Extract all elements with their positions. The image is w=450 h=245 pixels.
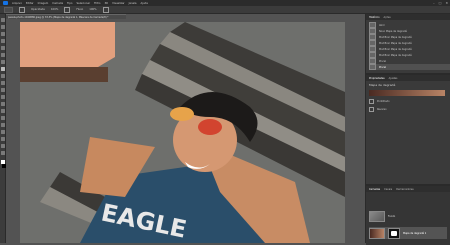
flow-value[interactable]: 100%	[89, 8, 96, 11]
path-select-tool-icon[interactable]	[0, 130, 5, 134]
maximize-icon[interactable]: □	[439, 1, 442, 5]
type-tool-icon[interactable]	[0, 123, 5, 127]
shape-tool-icon[interactable]	[0, 137, 5, 141]
tab-history[interactable]: Histórico	[369, 16, 380, 19]
layer-row-gradient-map[interactable]: Mapa de degradê 1	[369, 227, 447, 239]
menu-layer[interactable]: Camada	[52, 2, 63, 5]
photoshop-logo	[3, 1, 8, 5]
minimize-icon[interactable]: –	[433, 1, 435, 5]
close-icon[interactable]: ✕	[445, 1, 448, 5]
history-brush-tool-icon[interactable]	[0, 81, 5, 85]
options-bar: Opacidade 100% Fluxo 100%	[0, 6, 450, 14]
flow-label: Fluxo	[76, 8, 84, 11]
history-state-icon	[369, 64, 376, 70]
healing-tool-icon[interactable]	[0, 60, 5, 64]
layer-thumbnail	[369, 210, 385, 222]
adjustment-layer-icon	[369, 227, 385, 239]
airbrush-icon[interactable]	[102, 6, 109, 13]
tab-channels[interactable]: Canais	[384, 188, 392, 191]
dither-option[interactable]: Pontilhado	[369, 99, 448, 104]
menu-window[interactable]: Janela	[129, 2, 137, 5]
blur-tool-icon[interactable]	[0, 102, 5, 106]
photo-artwork: EAGLE	[20, 22, 345, 243]
dodge-tool-icon[interactable]	[0, 109, 5, 113]
menu-help[interactable]: Ajuda	[141, 2, 148, 5]
brush-tool-icon[interactable]	[0, 67, 5, 71]
eyedropper-tool-icon[interactable]	[0, 53, 5, 57]
hand-tool-icon[interactable]	[0, 144, 5, 148]
tab-properties[interactable]: Propriedades	[369, 77, 385, 80]
tab-layers[interactable]: Camadas	[369, 188, 380, 191]
pressure-opacity-icon[interactable]	[64, 6, 71, 13]
reverse-option[interactable]: Reverso	[369, 107, 448, 112]
quick-select-tool-icon[interactable]	[0, 39, 5, 43]
menu-edit[interactable]: Editar	[26, 2, 34, 5]
eraser-tool-icon[interactable]	[0, 88, 5, 92]
opacity-value[interactable]: 100%	[51, 8, 58, 11]
menu-file[interactable]: Arquivo	[12, 2, 22, 5]
tools-panel	[0, 14, 6, 243]
properties-panel: Mapa de degradê Pontilhado Reverso	[366, 81, 450, 114]
gradient-preview[interactable]	[369, 90, 445, 96]
menu-view[interactable]: Visualizar	[112, 2, 124, 5]
reverse-checkbox[interactable]	[369, 107, 374, 112]
opacity-label: Opacidade	[31, 8, 45, 11]
canvas-photo[interactable]: EAGLE	[20, 22, 345, 243]
lasso-tool-icon[interactable]	[0, 32, 5, 36]
move-tool-icon[interactable]	[0, 18, 5, 22]
pen-tool-icon[interactable]	[0, 116, 5, 120]
background-color-swatch[interactable]	[2, 164, 6, 168]
layer-mask-thumbnail[interactable]	[388, 227, 400, 239]
brush-settings-icon[interactable]	[19, 6, 25, 13]
dither-checkbox[interactable]	[369, 99, 374, 104]
history-item-selected[interactable]: Pincel	[369, 64, 450, 70]
marquee-tool-icon[interactable]	[0, 25, 5, 29]
tab-actions[interactable]: Ações	[384, 16, 391, 19]
zoom-tool-icon[interactable]	[0, 151, 5, 155]
menu-type[interactable]: Tipo	[67, 2, 72, 5]
menu-3d[interactable]: 3D	[104, 2, 108, 5]
crop-tool-icon[interactable]	[0, 46, 5, 50]
layer-row-background[interactable]: Fundo	[369, 210, 447, 222]
tab-paths[interactable]: Demarcadores	[396, 188, 413, 191]
brush-preset-picker[interactable]	[4, 6, 13, 13]
menu-select[interactable]: Selecionar	[77, 2, 91, 5]
layers-panel-tabs: Camadas Canais Demarcadores	[366, 186, 450, 192]
menu-filter[interactable]: Filtro	[94, 2, 100, 5]
gradient-tool-icon[interactable]	[0, 95, 5, 99]
menu-image[interactable]: Imagem	[38, 2, 49, 5]
properties-title: Mapa de degradê	[369, 83, 396, 87]
tab-adjustments[interactable]: Ajustes	[389, 77, 398, 80]
layers-panel: Camadas Canais Demarcadores Fundo Mapa d…	[366, 184, 450, 245]
clone-stamp-tool-icon[interactable]	[0, 74, 5, 78]
right-panels: Histórico Ações Abrir Novo Mapa de degra…	[365, 14, 450, 245]
history-list: Abrir Novo Mapa de degradê Modificar Map…	[366, 20, 450, 70]
